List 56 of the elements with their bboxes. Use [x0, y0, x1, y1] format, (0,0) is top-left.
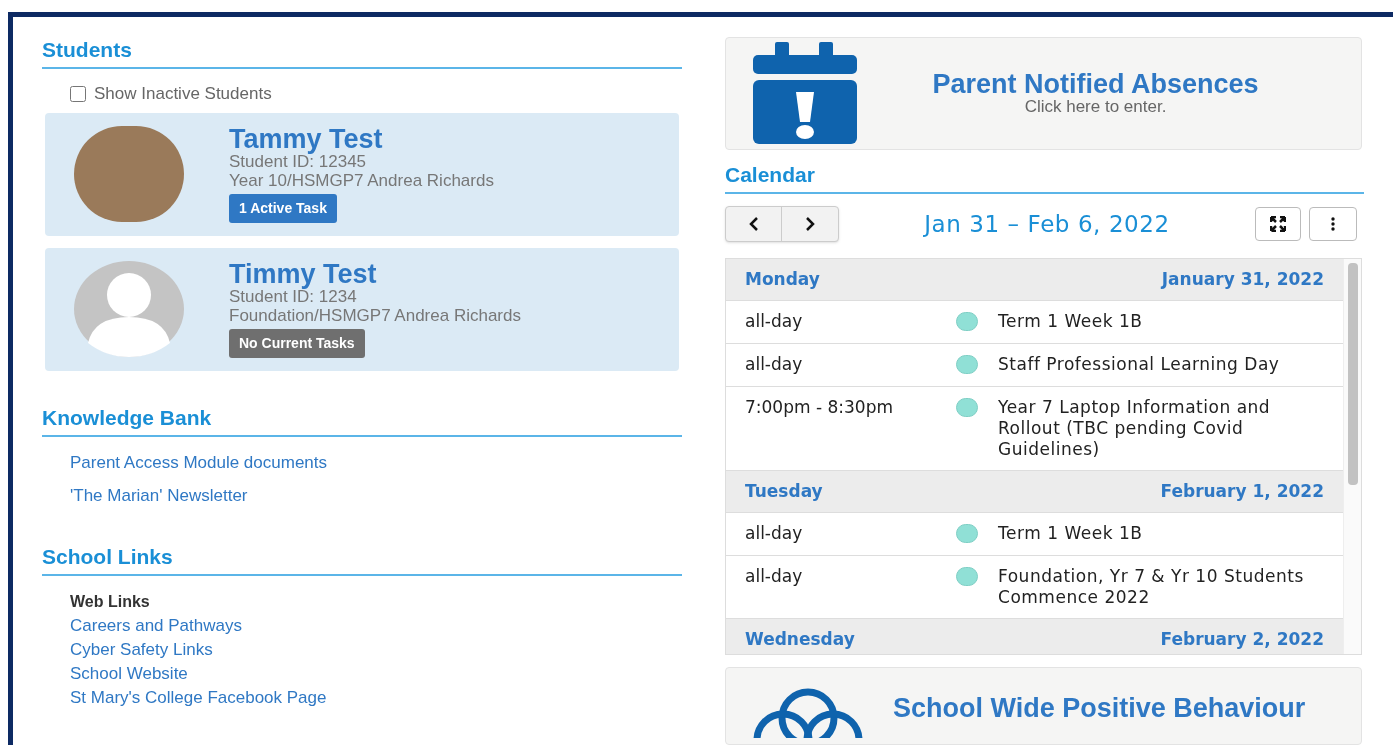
calendar-event[interactable]: all-day Staff Professional Learning Day — [726, 344, 1343, 388]
day-date: February 2, 2022 — [1160, 627, 1324, 651]
chevron-left-icon — [747, 217, 760, 232]
date-range: Jan 31 – Feb 6, 2022 — [924, 209, 1170, 239]
event-title: Staff Professional Learning Day — [998, 354, 1280, 376]
event-title: Term 1 Week 1B — [998, 523, 1143, 545]
web-link[interactable]: Cyber Safety Links — [70, 638, 213, 663]
event-title: Term 1 Week 1B — [998, 311, 1143, 333]
scrollbar-thumb[interactable] — [1347, 263, 1358, 486]
expand-arrows-icon — [1270, 216, 1286, 233]
student-id: Student ID: 1234 — [229, 288, 358, 307]
banner-subtitle: Click here to enter. — [1024, 98, 1167, 117]
web-link[interactable]: School Website — [70, 662, 188, 687]
day-name: Monday — [745, 267, 820, 291]
checkbox-label: Show Inactive Students — [94, 83, 272, 106]
event-time: all-day — [745, 311, 804, 333]
calendar-event[interactable]: all-day Term 1 Week 1B — [726, 513, 1343, 557]
avatar-placeholder-icon — [74, 261, 184, 358]
chevron-right-icon — [804, 217, 816, 232]
vertical-dots-icon — [1331, 217, 1335, 232]
task-badge[interactable]: No Current Tasks — [229, 329, 365, 359]
student-class: Foundation/HSMGP7 Andrea Richards — [229, 306, 521, 326]
student-card[interactable]: Timmy Test Student ID: 1234 Foundation/HSMGP7 Andrea Richards No Current Tasks — [45, 247, 679, 371]
calendar-alert-icon — [753, 42, 857, 145]
day-date: January 31, 2022 — [1161, 267, 1324, 291]
event-title: Year 7 Laptop Information and Rollout (TBC pending Covid Guidelines) — [998, 397, 1272, 461]
banner-title: School Wide Positive Behaviour — [893, 694, 1306, 723]
document-link[interactable]: Parent Access Module documents — [70, 453, 328, 473]
student-card[interactable]: Tammy Test Student ID: 12345 Year 10/HSMGP7 Andrea Richards 1 Active Task — [45, 112, 679, 236]
section-heading: Students — [42, 37, 133, 63]
student-name: Tammy Test — [229, 125, 384, 154]
event-time: all-day — [745, 523, 804, 545]
day-name: Tuesday — [745, 479, 823, 503]
calendar-event[interactable]: all-day Term 1 Week 1B — [726, 301, 1343, 345]
day-name: Wednesday — [745, 627, 855, 651]
web-link[interactable]: Careers and Pathways — [70, 614, 242, 639]
absences-banner[interactable]: Parent Notified Absences Click here to enter. — [725, 37, 1362, 150]
section-heading: Knowledge Bank — [42, 404, 213, 431]
event-title: Foundation, Yr 7 & Yr 10 Students Commence 2022 — [998, 566, 1305, 609]
banner-title: Parent Notified Absences — [932, 70, 1259, 99]
fullscreen-button[interactable] — [1255, 207, 1301, 242]
more-options-button[interactable] — [1309, 207, 1357, 242]
document-link[interactable]: 'The Marian' Newsletter — [70, 486, 248, 506]
behaviour-banner[interactable]: School Wide Positive Behaviour — [725, 667, 1362, 745]
event-time: 7:00pm - 8:30pm — [745, 397, 894, 419]
event-time: all-day — [745, 566, 804, 588]
section-heading: School Links — [42, 544, 174, 570]
web-link[interactable]: St Mary's College Facebook Page — [70, 686, 327, 711]
student-class: Year 10/HSMGP7 Andrea Richards — [229, 171, 494, 191]
student-name: Timmy Test — [229, 260, 378, 289]
day-date: February 1, 2022 — [1160, 479, 1324, 503]
task-badge[interactable]: 1 Active Task — [229, 194, 337, 224]
event-time: all-day — [745, 354, 804, 376]
section-heading: Calendar — [725, 161, 816, 188]
student-id: Student ID: 12345 — [229, 153, 368, 172]
group-label: Web Links — [70, 592, 151, 613]
